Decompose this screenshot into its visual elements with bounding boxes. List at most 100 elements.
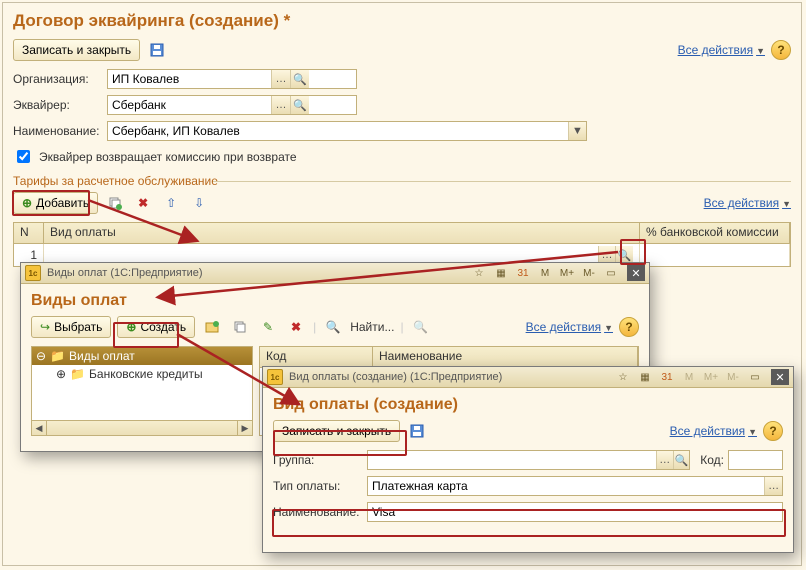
favorite-icon[interactable]: ☆ bbox=[469, 264, 489, 282]
section-toolbar: ⊕ Добавить ✖ ⇧ ⇩ Все действия▼ bbox=[13, 192, 791, 214]
help-icon[interactable]: ? bbox=[619, 317, 639, 337]
search-icon[interactable]: 🔍 bbox=[290, 96, 309, 114]
calculator-icon[interactable]: ▦ bbox=[635, 368, 655, 386]
tree-item-bank-credits[interactable]: ⊕ 📁 Банковские кредиты bbox=[32, 365, 252, 383]
create-button[interactable]: ⊕ Создать bbox=[117, 316, 195, 338]
type-input[interactable] bbox=[368, 477, 764, 495]
search-icon[interactable]: 🔍 bbox=[673, 451, 690, 469]
save-icon[interactable] bbox=[406, 420, 428, 442]
types-toolbar: ↪ Выбрать ⊕ Создать ✎ ✖ | 🔍 Найти... | 🔍… bbox=[31, 316, 639, 338]
mem-mplus-icon[interactable]: M+ bbox=[557, 264, 577, 282]
name-input[interactable] bbox=[108, 122, 568, 140]
calendar-icon[interactable]: 31 bbox=[513, 264, 533, 282]
find-label[interactable]: Найти... bbox=[350, 320, 394, 334]
detail-name-label: Наименование: bbox=[273, 505, 363, 519]
dropdown-icon[interactable]: ▼ bbox=[568, 122, 586, 140]
detail-toolbar: Записать и закрыть Все действия▼ ? bbox=[273, 420, 783, 442]
window-icon[interactable]: ▭ bbox=[601, 264, 621, 282]
acq-field[interactable]: … 🔍 bbox=[107, 95, 357, 115]
col-kind[interactable]: Вид оплаты bbox=[44, 223, 640, 243]
group-input[interactable] bbox=[368, 451, 656, 469]
titlebar-icons: ☆ ▦ 31 M M+ M- ▭ bbox=[469, 264, 621, 282]
commission-cell[interactable] bbox=[640, 244, 790, 266]
types-titlebar[interactable]: 1c Виды оплат (1С:Предприятие) ☆ ▦ 31 M … bbox=[21, 263, 649, 284]
expand-icon[interactable]: ⊕ bbox=[56, 367, 66, 381]
scroll-left-icon[interactable]: ◀ bbox=[32, 421, 47, 435]
detail-name-field[interactable] bbox=[367, 502, 783, 522]
move-up-icon[interactable]: ⇧ bbox=[160, 192, 182, 214]
name-field[interactable]: ▼ bbox=[107, 121, 587, 141]
tree-hscroll[interactable]: ◀ ▶ bbox=[32, 420, 252, 435]
delete-mark-icon[interactable]: ✖ bbox=[285, 316, 307, 338]
col-commission[interactable]: % банковской комиссии bbox=[640, 223, 790, 243]
search-icon[interactable]: 🔍 bbox=[290, 70, 309, 88]
help-icon[interactable]: ? bbox=[771, 40, 791, 60]
mem-mminus-icon[interactable]: M- bbox=[579, 264, 599, 282]
folder-icon: 📁 bbox=[50, 349, 65, 363]
app-logo-icon: 1c bbox=[267, 369, 283, 385]
detail-titlebar[interactable]: 1c Вид оплаты (создание) (1С:Предприятие… bbox=[263, 367, 793, 388]
lookup-icon[interactable]: … bbox=[271, 70, 290, 88]
type-field[interactable]: … bbox=[367, 476, 783, 496]
save-and-close-button[interactable]: Записать и закрыть bbox=[13, 39, 140, 61]
mem-m-icon[interactable]: M bbox=[679, 368, 699, 386]
close-icon[interactable]: ✕ bbox=[627, 265, 645, 281]
tree-root[interactable]: ⊖ 📁 Виды оплат bbox=[32, 347, 252, 365]
main-toolbar: Записать и закрыть Все действия▼ ? bbox=[13, 39, 791, 61]
plus-icon: ⊕ bbox=[126, 320, 136, 334]
mem-mplus-icon[interactable]: M+ bbox=[701, 368, 721, 386]
titlebar-icons: ☆ ▦ 31 M M+ M- ▭ bbox=[613, 368, 765, 386]
org-input[interactable] bbox=[108, 70, 271, 88]
detail-titlebar-text: Вид оплаты (создание) (1С:Предприятие) bbox=[289, 371, 502, 383]
group-field[interactable]: … 🔍 bbox=[367, 450, 690, 470]
add-button[interactable]: ⊕ Добавить bbox=[13, 192, 98, 214]
collapse-icon[interactable]: ⊖ bbox=[36, 349, 46, 363]
find-icon[interactable]: 🔍 bbox=[322, 316, 344, 338]
group-label: Группа: bbox=[273, 453, 363, 467]
choose-arrow-icon: ↪ bbox=[40, 320, 50, 334]
types-window-title: Виды оплат bbox=[31, 292, 639, 310]
acq-input[interactable] bbox=[108, 96, 271, 114]
window-icon[interactable]: ▭ bbox=[745, 368, 765, 386]
scroll-right-icon[interactable]: ▶ bbox=[237, 421, 252, 435]
code-label: Код: bbox=[700, 453, 724, 467]
col-n[interactable]: N bbox=[14, 223, 44, 243]
type-label: Тип оплаты: bbox=[273, 479, 363, 493]
section-all-actions-link[interactable]: Все действия▼ bbox=[704, 196, 791, 210]
types-all-actions-link[interactable]: Все действия▼ bbox=[526, 320, 613, 334]
help-icon[interactable]: ? bbox=[763, 421, 783, 441]
org-label: Организация: bbox=[13, 72, 103, 86]
calendar-icon[interactable]: 31 bbox=[657, 368, 677, 386]
delete-icon[interactable]: ✖ bbox=[132, 192, 154, 214]
lookup-icon[interactable]: … bbox=[656, 451, 673, 469]
choose-button[interactable]: ↪ Выбрать bbox=[31, 316, 111, 338]
move-down-icon[interactable]: ⇩ bbox=[188, 192, 210, 214]
detail-name-input[interactable] bbox=[368, 503, 782, 521]
col-code[interactable]: Код bbox=[260, 347, 373, 367]
lookup-icon[interactable]: … bbox=[764, 477, 782, 495]
lookup-icon[interactable]: … bbox=[271, 96, 290, 114]
col-name[interactable]: Наименование bbox=[373, 347, 638, 367]
folder-icon: 📁 bbox=[70, 367, 85, 381]
code-field[interactable] bbox=[728, 450, 783, 470]
favorite-icon[interactable]: ☆ bbox=[613, 368, 633, 386]
copy-icon[interactable] bbox=[104, 192, 126, 214]
detail-all-actions-link[interactable]: Все действия▼ bbox=[670, 424, 757, 438]
code-input[interactable] bbox=[729, 451, 782, 469]
all-actions-link[interactable]: Все действия▼ bbox=[678, 43, 765, 57]
org-field[interactable]: … 🔍 bbox=[107, 69, 357, 89]
types-titlebar-text: Виды оплат (1С:Предприятие) bbox=[47, 267, 203, 279]
clear-filter-icon[interactable]: 🔍 bbox=[410, 316, 432, 338]
acq-label: Эквайрер: bbox=[13, 98, 103, 112]
detail-save-and-close-button[interactable]: Записать и закрыть bbox=[273, 420, 400, 442]
return-commission-checkbox[interactable] bbox=[17, 150, 30, 163]
mem-m-icon[interactable]: M bbox=[535, 264, 555, 282]
edit-icon[interactable]: ✎ bbox=[257, 316, 279, 338]
close-icon[interactable]: ✕ bbox=[771, 369, 789, 385]
copy-icon[interactable] bbox=[229, 316, 251, 338]
mem-mminus-icon[interactable]: M- bbox=[723, 368, 743, 386]
new-group-icon[interactable] bbox=[201, 316, 223, 338]
save-icon[interactable] bbox=[146, 39, 168, 61]
calculator-icon[interactable]: ▦ bbox=[491, 264, 511, 282]
page-title: Договор эквайринга (создание) * bbox=[13, 11, 791, 31]
